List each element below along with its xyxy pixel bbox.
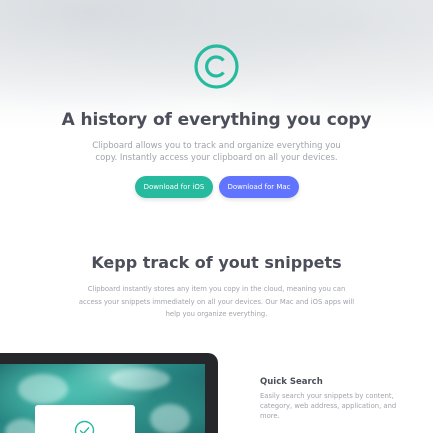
feature-title: Quick Search <box>260 377 323 387</box>
hero-description: Clipboard allows you to track and organi… <box>92 141 341 163</box>
download-ios-button[interactable]: Download for iOS <box>135 176 213 198</box>
logo-icon <box>194 44 239 89</box>
snippets-description: Clipboard instantly stores any item you … <box>78 285 355 318</box>
snippets-title: Kepp track of yout snippets <box>91 253 342 272</box>
hero-title: A history of everything you copy <box>61 110 372 130</box>
checkmark-icon <box>74 420 95 433</box>
feature-description: Easily search your snippets by content, … <box>260 392 397 420</box>
download-mac-button[interactable]: Download for Mac <box>219 176 299 198</box>
